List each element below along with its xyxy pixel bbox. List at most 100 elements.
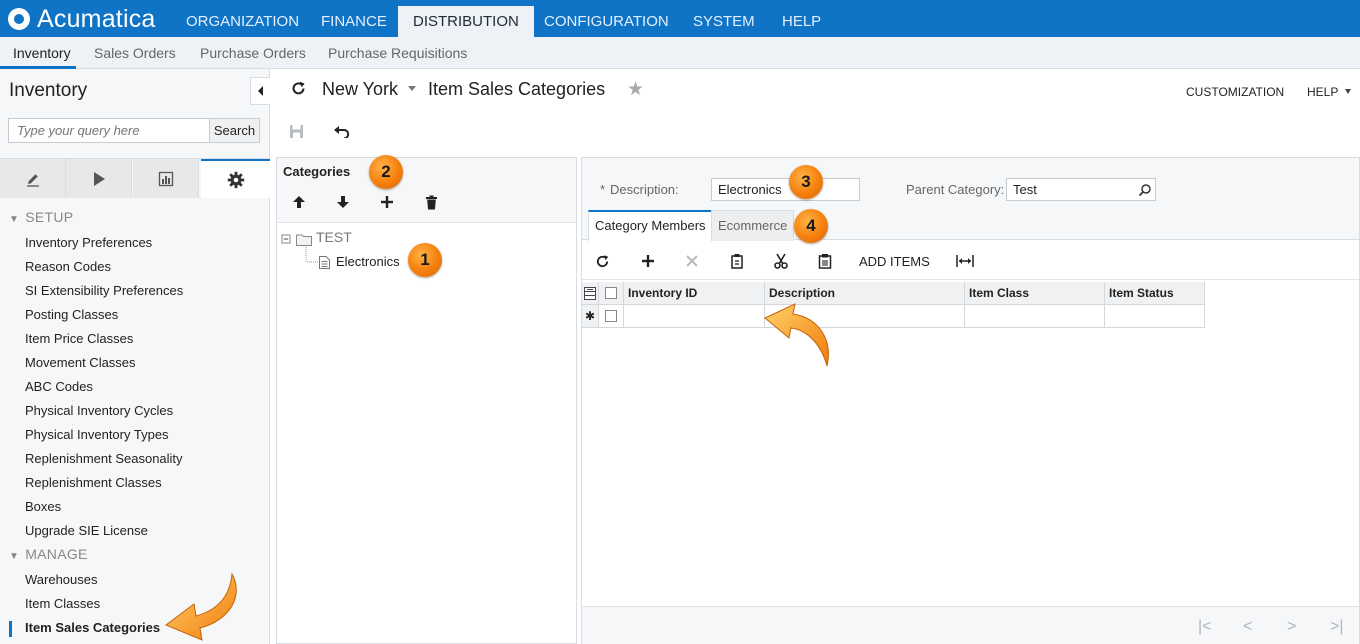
column-header-item-status[interactable]: Item Status [1105,282,1205,305]
add-icon [381,196,393,208]
topnav-distribution[interactable]: DISTRIBUTION [398,6,534,37]
acumatica-logo[interactable]: Acumatica [8,4,156,34]
select-all-header[interactable] [599,282,624,305]
company-selector[interactable]: New York [322,79,398,100]
description-label: Description: [610,182,679,197]
sidebar: Inventory Search [0,69,270,644]
delete-icon[interactable] [685,254,699,268]
add-icon[interactable] [641,254,655,268]
move-down-button[interactable] [333,192,353,212]
row-checkbox[interactable] [605,310,617,322]
previous-page-icon[interactable]: < [1243,619,1252,635]
cell-item-class[interactable] [965,305,1105,328]
detail-tabs: Category Members Ecommerce [582,210,1359,241]
topnav-organization[interactable]: ORGANIZATION [171,6,314,37]
mode-tab-configuration[interactable] [201,159,270,198]
menu-item-physical-inventory-types[interactable]: Physical Inventory Types [25,427,169,442]
topnav-help[interactable]: HELP [767,6,836,37]
refresh-icon[interactable] [595,254,610,269]
topnav-system[interactable]: SYSTEM [678,6,770,37]
categories-toolbar: Categories [277,158,576,223]
callout-3: 3 [789,165,823,199]
favorite-star-icon[interactable]: ★ [627,80,644,99]
menu-item-upgrade-sie-license[interactable]: Upgrade SIE License [25,523,148,538]
undo-icon[interactable] [333,125,350,138]
row-layout-icon [584,287,596,300]
fit-columns-icon[interactable] [956,254,974,268]
search-icon[interactable] [1138,183,1152,197]
cell-item-status[interactable] [1105,305,1205,328]
menu-item-reason-codes[interactable]: Reason Codes [25,259,111,274]
refresh-icon[interactable] [290,80,307,97]
folder-icon [296,234,312,246]
grid-row-menu-header[interactable] [582,282,599,305]
paste-icon[interactable] [818,253,832,269]
last-page-icon[interactable]: >| [1330,619,1344,635]
menu-item-inventory-preferences[interactable]: Inventory Preferences [25,235,152,250]
active-menu-indicator [9,621,12,637]
topnav-configuration[interactable]: CONFIGURATION [529,6,684,37]
help-menu[interactable]: HELP [1307,85,1338,99]
subnav-inventory[interactable]: Inventory [13,37,71,69]
module-subnav: Inventory Sales Orders Purchase Orders P… [0,37,1360,69]
tree-node-test[interactable]: TEST [316,229,352,245]
menu-item-si-extensibility-preferences[interactable]: SI Extensibility Preferences [25,283,183,298]
section-setup[interactable]: ▼ SETUP [9,209,73,225]
sidebar-search-input[interactable] [8,118,210,143]
first-page-icon[interactable]: |< [1198,619,1212,635]
tab-ecommerce[interactable]: Ecommerce [711,210,795,241]
description-field[interactable]: Electronics [711,178,860,201]
save-icon[interactable] [289,124,304,139]
column-header-inventory-id[interactable]: Inventory ID [624,282,765,305]
menu-item-warehouses[interactable]: Warehouses [25,572,98,587]
menu-item-abc-codes[interactable]: ABC Codes [25,379,93,394]
menu-item-item-sales-categories[interactable]: Item Sales Categories [25,620,160,635]
table-row-select[interactable] [599,305,624,328]
tab-category-members[interactable]: Category Members [588,210,713,241]
play-icon [93,171,105,186]
customization-menu[interactable]: CUSTOMIZATION [1186,85,1284,99]
mode-tab-edit[interactable] [0,159,66,198]
help-caret-icon[interactable] [1345,89,1351,94]
subnav-purchase-requisitions[interactable]: Purchase Requisitions [328,37,467,69]
category-details-panel: * Description: Electronics Parent Catego… [581,157,1360,644]
cell-inventory-id[interactable] [624,305,765,328]
menu-item-physical-inventory-cycles[interactable]: Physical Inventory Cycles [25,403,173,418]
next-page-icon[interactable]: > [1287,619,1296,635]
select-all-checkbox[interactable] [605,287,617,299]
company-caret-icon[interactable] [408,86,416,91]
categories-panel: Categories TEST Electronics [276,157,577,644]
menu-item-posting-classes[interactable]: Posting Classes [25,307,118,322]
delete-category-button[interactable] [421,192,441,212]
move-up-button[interactable] [289,192,309,212]
sidebar-search-button[interactable]: Search [210,118,260,143]
page-title: Item Sales Categories [428,79,606,99]
menu-item-replenishment-seasonality[interactable]: Replenishment Seasonality [25,451,183,466]
menu-item-movement-classes[interactable]: Movement Classes [25,355,136,370]
column-header-item-class[interactable]: Item Class [965,282,1105,305]
subnav-purchase-orders[interactable]: Purchase Orders [200,37,306,69]
callout-1: 1 [408,243,442,277]
copy-icon[interactable] [730,253,744,269]
callout-2: 2 [369,155,403,189]
menu-item-item-classes[interactable]: Item Classes [25,596,100,611]
subnav-sales-orders[interactable]: Sales Orders [94,37,176,69]
topnav-finance[interactable]: FINANCE [306,6,402,37]
add-items-button[interactable]: ADD ITEMS [859,254,930,269]
pointer-arrow-sidebar [165,572,237,641]
cut-icon[interactable] [773,253,789,269]
add-category-button[interactable] [377,192,397,212]
parent-category-value: Test [1013,182,1037,197]
mode-tab-process[interactable] [66,159,132,198]
menu-item-boxes[interactable]: Boxes [25,499,61,514]
mode-tab-reports[interactable] [133,159,199,198]
section-setup-label: SETUP [25,209,74,225]
parent-category-field[interactable]: Test [1006,178,1156,201]
menu-item-item-price-classes[interactable]: Item Price Classes [25,331,133,346]
document-icon [319,256,330,269]
tree-node-electronics[interactable]: Electronics [336,254,400,269]
menu-item-replenishment-classes[interactable]: Replenishment Classes [25,475,162,490]
sidebar-collapse-button[interactable] [250,77,270,105]
section-manage[interactable]: ▼ MANAGE [9,546,88,562]
section-manage-label: MANAGE [25,546,88,562]
